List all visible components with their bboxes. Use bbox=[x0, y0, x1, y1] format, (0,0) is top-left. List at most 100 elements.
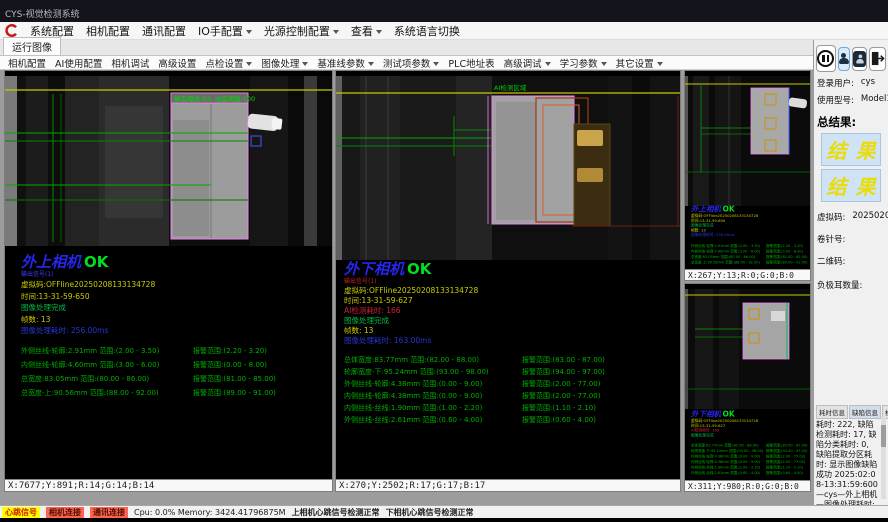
info-tab-elapsed[interactable]: 耗时信息 bbox=[816, 405, 848, 419]
process-elapsed: 图像处理耗时: 163.00ms bbox=[344, 336, 478, 346]
left-camera-image[interactable]: 静态阈值:93, 动态阈值:100 bbox=[5, 76, 332, 250]
virtual-code: 虚拟码:OFFline20250208133134728 bbox=[21, 279, 155, 291]
pause-button[interactable] bbox=[816, 45, 836, 72]
center-result-block: 外下相机OK 输出信号(1) 虚拟码:OFFline20250208133134… bbox=[344, 261, 478, 346]
camera-result: OK bbox=[723, 205, 735, 214]
lower-camera-heartbeat-status: 下相机心跳信号检测正常 bbox=[386, 507, 474, 518]
menu-io-config[interactable]: IO手配置 bbox=[198, 23, 252, 39]
info-scrollbar[interactable] bbox=[881, 417, 886, 499]
tool-plc-address[interactable]: PLC地址表 bbox=[448, 56, 494, 70]
measure-value: 总宽度-上:90.56mm 范围:(88.00 - 92.00) bbox=[21, 388, 193, 398]
menu-light-config[interactable]: 光源控制配置 bbox=[264, 23, 339, 39]
frame-count: 帧数: 13 bbox=[344, 326, 478, 336]
tool-baseline-params[interactable]: 基准线参数 bbox=[317, 56, 374, 70]
model-label: 使用型号: bbox=[817, 94, 854, 106]
pixel-coordinate-bar: X:270;Y:2502;R:17;G:17;B:17 bbox=[336, 479, 680, 491]
center-camera-image[interactable]: AI检测区域 bbox=[336, 76, 680, 264]
measure-row: 轮廓宽度-下:95.24mm 范围:(93.00 - 98.00)报警范围:(9… bbox=[344, 359, 605, 371]
left-result-block: 外上相机OK 输出信号(1) 虚拟码:OFFline20250208133134… bbox=[21, 254, 155, 337]
info-log-box: 耗时信息 缺陷信息 检测信息 耗时: 222, 缺陷检测耗时: 17, 缺陷分类… bbox=[816, 405, 886, 499]
result-box-upper: 结果 bbox=[821, 133, 881, 166]
measure-row: 总宽度:83.05mm 范围:(80.00 - 86.00)报警范围:(81.0… bbox=[21, 366, 276, 380]
tool-advanced-settings[interactable]: 高级设置 bbox=[158, 56, 196, 70]
mini-top-image[interactable] bbox=[685, 76, 810, 210]
cpu-memory-status: Cpu: 0.0% Memory: 3424.41796875M bbox=[134, 508, 286, 517]
menu-bar: 系统配置 相机配置 通讯配置 IO手配置 光源控制配置 查看 系统语言切换 bbox=[0, 22, 888, 40]
mini-bottom-image[interactable] bbox=[685, 289, 810, 413]
measure-value: 外侧丝线-丝线:2.61mm 范围:(0.60 - 4.00) bbox=[344, 415, 522, 425]
menu-view[interactable]: 查看 bbox=[351, 23, 382, 39]
toolbar: 相机配置 AI使用配置 相机调试 高级设置 点检设置 图像处理 基准线参数 测试… bbox=[0, 56, 888, 70]
measure-row: 外侧丝线-丝线:2.61mm 范围:(0.60 - 4.00)报警范围:(0.6… bbox=[691, 467, 809, 473]
app-logo-icon bbox=[5, 24, 18, 37]
tool-learning-params[interactable]: 学习参数 bbox=[560, 56, 607, 70]
camera-name: 外上相机 bbox=[21, 253, 81, 271]
operator-button[interactable] bbox=[852, 47, 867, 71]
needle-row: 卷针号: bbox=[817, 233, 885, 245]
upper-camera-heartbeat-status: 上相机心跳信号检测正常 bbox=[292, 507, 380, 518]
comm-link-badge: 通讯连接 bbox=[90, 507, 128, 518]
tool-image-processing[interactable]: 图像处理 bbox=[261, 56, 308, 70]
info-tab-defect[interactable]: 缺陷信息 bbox=[849, 405, 881, 419]
ai-region-overlay-label: AI检测区域 bbox=[494, 83, 527, 92]
measure-row: 总体宽度:83.77mm 范围:(82.00 - 88.00)报警范围:(83.… bbox=[344, 347, 605, 359]
exit-door-icon bbox=[870, 51, 885, 66]
menu-comm-config[interactable]: 通讯配置 bbox=[142, 23, 186, 39]
camera-title: 外上相机OK bbox=[21, 254, 155, 271]
tab-run-image[interactable]: 运行图像 bbox=[3, 37, 61, 55]
info-tabs: 耗时信息 缺陷信息 检测信息 bbox=[816, 405, 886, 419]
camera-title: 外上相机OK bbox=[691, 205, 809, 214]
login-user-row: 登录用户: cys bbox=[817, 77, 885, 89]
alarm-range: 报警范围:(0.60 - 4.00) bbox=[522, 416, 596, 424]
tool-camera-config[interactable]: 相机配置 bbox=[8, 56, 46, 70]
measure-value: 总宽度-上:90.56mm 范围:(88.00 - 92.00) bbox=[691, 260, 766, 265]
tool-camera-debug[interactable]: 相机调试 bbox=[111, 56, 149, 70]
measure-row: 内侧丝线-轮廓:4.60mm 范围:(3.00 - 6.00)报警范围:(0.0… bbox=[691, 245, 809, 251]
camera-name: 外上相机 bbox=[691, 205, 721, 214]
measure-row: 外侧丝线-轮廓:2.91mm 范围:(2.00 - 3.50)报警范围:(2.2… bbox=[21, 338, 276, 352]
center-camera-panel: AI检测区域 外下相机OK 输出信号(1) 虚拟码:OFFline2025020… bbox=[335, 70, 681, 492]
status-bar: 心跳信号 相机连接 通讯连接 Cpu: 0.0% Memory: 3424.41… bbox=[0, 505, 888, 518]
tool-test-params[interactable]: 测试项参数 bbox=[383, 56, 440, 70]
output-signal: 输出信号(1) bbox=[344, 278, 478, 286]
timestamp: 时间:13-31-59-627 bbox=[344, 296, 478, 306]
login-user-label: 登录用户: bbox=[817, 77, 854, 89]
tool-advanced-debug[interactable]: 高级调试 bbox=[504, 56, 551, 70]
alarm-range: 报警范围:(89.00 - 91.00) bbox=[766, 260, 807, 264]
alarm-range: 报警范围:(89.00 - 91.00) bbox=[193, 389, 276, 397]
heartbeat-badge: 心跳信号 bbox=[2, 507, 40, 518]
tool-spot-check[interactable]: 点检设置 bbox=[205, 56, 252, 70]
measure-row: 总宽度:83.05mm 范围:(80.00 - 86.00)报警范围:(81.0… bbox=[691, 250, 809, 256]
measure-row: 外侧丝线-丝线:2.61mm 范围:(0.60 - 4.00)报警范围:(0.6… bbox=[344, 407, 605, 419]
scrollbar-thumb[interactable] bbox=[881, 425, 886, 447]
left-measure-rows: 外侧丝线-轮廓:2.91mm 范围:(2.00 - 3.50)报警范围:(2.2… bbox=[21, 338, 276, 394]
virtual-code-label: 虚拟码: bbox=[817, 211, 845, 223]
needle-label: 卷针号: bbox=[817, 233, 845, 245]
qr-row: 二维码: bbox=[817, 255, 885, 267]
measure-row: 外侧丝线-轮廓:2.91mm 范围:(2.00 - 3.50)报警范围:(2.2… bbox=[691, 239, 809, 245]
mini-top-result-block: 外上相机OK 虚拟码:OFFline20250208133134728 时间:1… bbox=[691, 205, 809, 261]
camera-title: 外下相机OK bbox=[691, 410, 809, 419]
login-user-value: cys bbox=[861, 77, 875, 89]
tool-other-settings[interactable]: 其它设置 bbox=[616, 56, 663, 70]
center-measure-rows: 总体宽度:83.77mm 范围:(82.00 - 88.00)报警范围:(83.… bbox=[344, 347, 605, 419]
menu-camera-config[interactable]: 相机配置 bbox=[86, 23, 130, 39]
exit-button[interactable] bbox=[869, 47, 886, 71]
camera-result: OK bbox=[723, 410, 735, 419]
alarm-range: 报警范围:(0.60 - 4.00) bbox=[766, 471, 803, 475]
virtual-code: 虚拟码:OFFline20250208133134728 bbox=[344, 286, 478, 296]
menu-language-switch[interactable]: 系统语言切换 bbox=[394, 23, 460, 39]
virtual-code-value: 20250208 bbox=[852, 211, 888, 223]
measure-row: 内侧丝线-轮廓:4.60mm 范围:(3.00 - 6.00)报警范围:(0.0… bbox=[21, 352, 276, 366]
pixel-coordinate-bar: X:311;Y:980;R:0;G:0;B:0 bbox=[685, 480, 810, 491]
control-buttons bbox=[816, 45, 886, 72]
tool-ai-config[interactable]: AI使用配置 bbox=[55, 56, 102, 70]
timestamp: 时间:13-31-59-650 bbox=[21, 291, 155, 303]
camera-link-badge: 相机连接 bbox=[46, 507, 84, 518]
tab-strip: 运行图像 bbox=[0, 40, 888, 56]
camera-name: 外下相机 bbox=[344, 260, 404, 278]
user-login-button[interactable] bbox=[838, 47, 851, 71]
mini-top-camera-panel: 外上相机OK 虚拟码:OFFline20250208133134728 时间:1… bbox=[684, 70, 811, 281]
measure-row: 总宽度-上:90.56mm 范围:(88.00 - 92.00)报警范围:(89… bbox=[21, 380, 276, 394]
process-done: 图像处理完成 bbox=[344, 316, 478, 326]
